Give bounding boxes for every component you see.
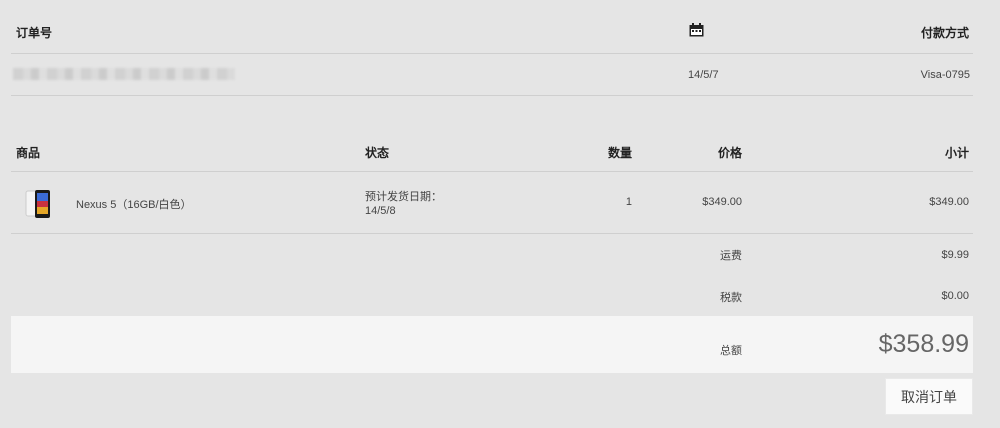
total-value: $358.99 [878,330,969,358]
phone-icon [25,188,53,220]
total-label: 总额 [720,345,742,357]
status-header: 状态 [365,146,390,160]
payment-method-header: 付款方式 [920,26,969,40]
tax-value: $0.00 [941,290,969,302]
cancel-order-button[interactable]: 取消订单 [885,378,973,415]
order-number-value [13,68,235,80]
divider [11,53,973,54]
tax-label: 税款 [720,292,742,304]
shipping-value: $9.99 [941,249,969,261]
payment-method: Visa-0795 [920,69,970,81]
item-ship-date: 14/5/8 [365,205,396,217]
item-quantity: 1 [625,196,632,208]
order-number-header: 订单号 [16,26,53,40]
item-subtotal: $349.00 [929,196,969,208]
divider [11,171,973,172]
shipping-label: 运费 [720,250,742,262]
divider [11,95,973,96]
item-name[interactable]: Nexus 5（16GB/白色） [76,196,192,212]
divider [11,233,973,234]
calendar-icon [689,23,704,37]
order-date: 14/5/7 [688,69,719,81]
item-status-label: 预计发货日期： [365,191,442,203]
price-header: 价格 [717,146,742,160]
subtotal-header: 小计 [944,146,969,160]
item-price: $349.00 [702,196,742,208]
quantity-header: 数量 [607,146,632,160]
product-header: 商品 [16,146,41,160]
